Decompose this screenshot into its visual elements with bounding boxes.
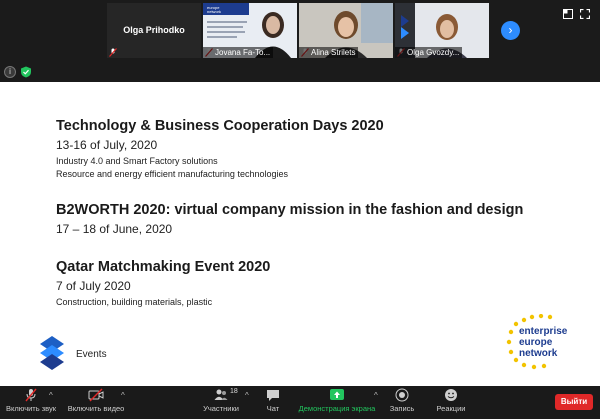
unmute-label: Включить звук [5, 404, 57, 413]
share-screen-icon [330, 389, 344, 400]
record-label: Запись [389, 404, 415, 413]
muted-mic-icon [109, 48, 117, 57]
chevron-right-icon: › [508, 23, 513, 37]
participant-name: Jovana Fa-To... [203, 47, 274, 58]
audio-options-caret-icon[interactable]: ^ [49, 391, 53, 400]
participants-options-caret-icon[interactable]: ^ [245, 391, 249, 400]
event-block: B2WORTH 2020: virtual company mission in… [56, 202, 523, 236]
meeting-info-icon[interactable]: i [4, 66, 16, 78]
shared-slide: Technology & Business Cooperation Days 2… [0, 82, 600, 386]
reactions-label: Реакции [436, 404, 466, 413]
event-title: B2WORTH 2020: virtual company mission in… [56, 202, 524, 218]
record-button[interactable]: Запись [388, 388, 416, 413]
participant-tile[interactable]: Alina Strilets [299, 3, 393, 58]
meeting-toolbar: Включить звук ^ Включить видео ^ Участни… [0, 386, 600, 419]
participants-icon [214, 389, 228, 400]
event-title: Qatar Matchmaking Event 2020 [56, 259, 271, 275]
participant-name: Olga Prihodko [123, 25, 185, 35]
start-video-button[interactable]: Включить видео [66, 388, 126, 413]
muted-mic-icon [25, 388, 37, 402]
start-video-label: Включить видео [67, 404, 125, 413]
events-logo-icon [40, 336, 64, 370]
events-footer-label: Events [76, 349, 107, 360]
fullscreen-icon[interactable] [580, 9, 590, 19]
share-options-caret-icon[interactable]: ^ [374, 391, 378, 400]
event-title: Technology & Business Cooperation Days 2… [56, 118, 384, 134]
video-options-caret-icon[interactable]: ^ [121, 391, 125, 400]
event-block: Technology & Business Cooperation Days 2… [56, 118, 384, 180]
video-off-icon [88, 388, 104, 402]
participant-tile[interactable]: Olga Prihodko [107, 3, 201, 58]
participant-strip: Olga Prihodko europe network Jovana Fa-T… [0, 0, 600, 62]
share-screen-button[interactable]: Демонстрация экрана [298, 388, 376, 413]
leave-meeting-button[interactable]: Выйти [555, 394, 593, 410]
participant-tile[interactable]: europe network Jovana Fa-To... [203, 3, 297, 58]
chat-label: Чат [266, 404, 280, 413]
event-detail: Resource and energy efficient manufactur… [56, 169, 288, 179]
participant-name: Alina Strilets [299, 47, 359, 58]
chat-button[interactable]: Чат [262, 388, 284, 413]
event-block: Qatar Matchmaking Event 2020 7 of July 2… [56, 259, 270, 308]
participants-label: Участники [203, 404, 239, 413]
participant-name: Olga Gvozdy... [395, 47, 463, 58]
brand-logo-text: enterprise europe network [519, 326, 568, 359]
event-date: 17 – 18 of June, 2020 [56, 222, 173, 236]
reactions-smile-icon [445, 389, 457, 401]
event-detail: Industry 4.0 and Smart Factory solutions [56, 156, 218, 166]
reactions-button[interactable]: Реакции [434, 388, 468, 413]
event-date: 13-16 of July, 2020 [56, 138, 158, 152]
event-detail: Construction, building materials, plasti… [56, 297, 213, 307]
gallery-view-icon[interactable] [563, 9, 573, 19]
record-icon [395, 388, 409, 402]
event-date: 7 of July 2020 [56, 279, 131, 293]
svg-text:network: network [207, 9, 221, 14]
next-participants-button[interactable]: › [501, 21, 520, 40]
encryption-shield-icon[interactable] [20, 66, 32, 78]
share-screen-label: Демонстрация экрана [298, 404, 376, 413]
participant-tile[interactable]: Olga Gvozdy... [395, 3, 489, 58]
participants-count: 18 [230, 388, 238, 395]
chat-icon [267, 390, 279, 401]
